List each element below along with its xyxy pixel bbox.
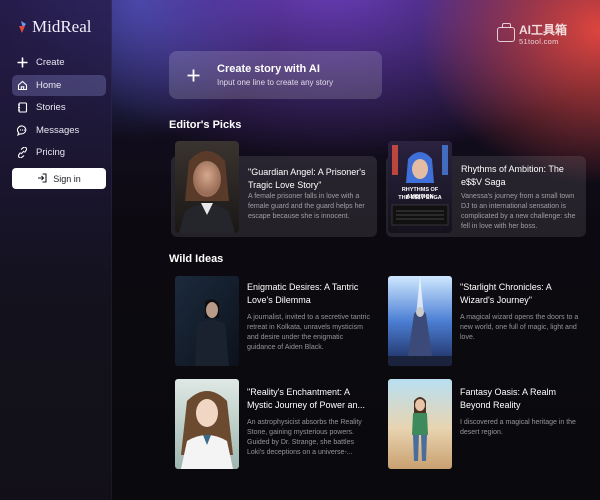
card-title[interactable]: Enigmatic Desires: A Tantric Love's Dile… bbox=[247, 281, 372, 306]
sign-in-icon bbox=[37, 172, 47, 185]
card-title[interactable]: "Starlight Chronicles: A Wizard's Journe… bbox=[460, 281, 585, 306]
card-title: Rhythms of Ambition: The e$$V Saga bbox=[461, 164, 564, 187]
wild-ideas-title: Wild Ideas bbox=[169, 253, 224, 265]
plus-icon bbox=[17, 57, 28, 68]
wild-idea-cover-image[interactable] bbox=[175, 379, 239, 469]
sidebar-item-label: Pricing bbox=[36, 147, 66, 158]
sidebar-item-label: Stories bbox=[36, 102, 66, 113]
watermark-url: 51tool.com bbox=[519, 37, 559, 46]
plus-icon bbox=[169, 69, 217, 82]
sidebar-item-home[interactable]: Home bbox=[12, 74, 106, 96]
sidebar-item-stories[interactable]: Stories bbox=[12, 97, 106, 118]
create-story-button[interactable]: Create story with AI Input one line to c… bbox=[169, 51, 382, 99]
sidebar-item-create[interactable]: Create bbox=[12, 52, 106, 73]
card-title[interactable]: "Reality's Enchantment: A Mystic Journey… bbox=[247, 386, 372, 411]
brand-logo[interactable]: MidReal bbox=[18, 17, 92, 37]
card-title[interactable]: Fantasy Oasis: A Realm Beyond Reality bbox=[460, 386, 585, 411]
watermark-title: AI工具箱 bbox=[519, 23, 568, 37]
sidebar-item-messages[interactable]: Messages bbox=[12, 120, 106, 141]
wild-idea-cover-image[interactable] bbox=[175, 276, 239, 366]
logo-mark-icon bbox=[18, 20, 30, 34]
card-description: A female prisoner falls in love with a f… bbox=[248, 193, 365, 220]
editors-pick-card[interactable]: "Guardian Angel: A Prisoner's Tragic Lov… bbox=[171, 141, 377, 237]
card-cover-image bbox=[175, 141, 239, 233]
card-description: A magical wizard opens the doors to a ne… bbox=[460, 314, 579, 341]
tag-icon bbox=[17, 147, 28, 158]
sidebar-item-label: Messages bbox=[36, 124, 80, 136]
sidebar: MidReal Create Home Stories Messages Pri… bbox=[0, 0, 112, 500]
brand-name: MidReal bbox=[32, 17, 92, 36]
card-description: An astrophysicist absorbs the Reality St… bbox=[247, 419, 362, 456]
cover-subtitle-text: THE E$$V SAGA bbox=[398, 195, 442, 201]
create-story-subtitle: Input one line to create any story bbox=[217, 78, 334, 87]
home-icon bbox=[17, 80, 28, 91]
sidebar-nav: Create Home Stories Messages Pricing bbox=[12, 52, 106, 165]
book-icon bbox=[17, 102, 28, 113]
create-story-title: Create story with AI bbox=[217, 63, 320, 75]
sidebar-item-label: Home bbox=[36, 79, 62, 91]
editors-pick-card[interactable]: RHYTHMS OF AMBITION THE E$$V SAGA Rhythm… bbox=[386, 141, 586, 237]
chat-icon bbox=[17, 124, 28, 136]
card-description: I discovered a magical heritage in the d… bbox=[460, 419, 576, 436]
sign-in-label: Sign in bbox=[53, 173, 81, 184]
wild-idea-cover-image[interactable] bbox=[388, 379, 452, 469]
toolbox-icon bbox=[497, 23, 515, 43]
sign-in-button[interactable]: Sign in bbox=[12, 168, 106, 189]
editors-picks-title: Editor's Picks bbox=[169, 119, 242, 131]
sidebar-item-pricing[interactable]: Pricing bbox=[12, 142, 106, 163]
card-cover-image: RHYTHMS OF AMBITION THE E$$V SAGA bbox=[388, 141, 452, 233]
watermark-logo: AI工具箱 51tool.com bbox=[497, 23, 568, 46]
sidebar-item-label: Create bbox=[36, 57, 65, 68]
wild-idea-cover-image[interactable] bbox=[388, 276, 452, 366]
card-description: A journalist, invited to a secretive tan… bbox=[247, 314, 370, 351]
card-title: "Guardian Angel: A Prisoner's Tragic Lov… bbox=[248, 167, 366, 190]
card-description: Vanessa's journey from a small town DJ t… bbox=[461, 193, 576, 230]
